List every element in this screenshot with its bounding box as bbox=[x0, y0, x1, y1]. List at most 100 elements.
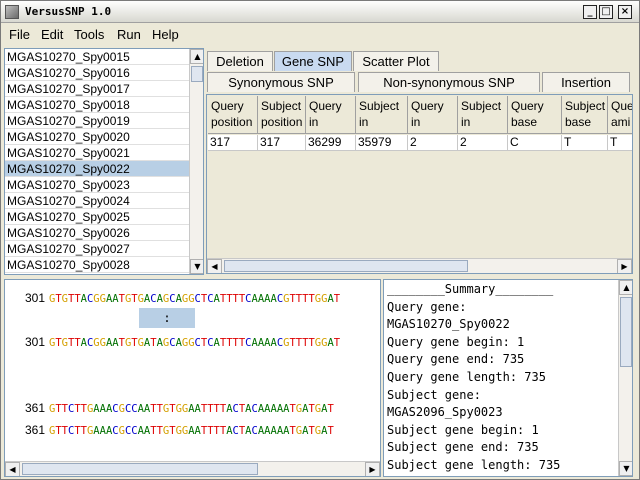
gene-list-item[interactable]: MGAS10270_Spy0017 bbox=[5, 81, 189, 97]
scroll-thumb[interactable] bbox=[191, 66, 203, 82]
sequence-position: 301 bbox=[24, 291, 45, 305]
column-header-line: Subject bbox=[565, 99, 606, 113]
gene-list-item[interactable]: MGAS10270_Spy0018 bbox=[5, 97, 189, 113]
sequence-line: 301 GTGTTACGGAATGTGACAGCAGGCTCATTTTCAAAAC… bbox=[5, 291, 340, 305]
column-header-line: in bbox=[359, 115, 369, 129]
table-scroll-thumb[interactable] bbox=[224, 260, 468, 272]
column-header-line: Query bbox=[411, 99, 444, 113]
column-header-line: Subject bbox=[359, 99, 400, 113]
table-cell[interactable]: 317 bbox=[208, 135, 258, 151]
gene-list-item[interactable]: MGAS10270_Spy0022 bbox=[5, 161, 189, 177]
column-header[interactable]: Que ami bbox=[608, 96, 633, 134]
table-cell[interactable]: 2 bbox=[408, 135, 458, 151]
gene-list[interactable]: MGAS10270_Spy0015 MGAS10270_Spy0016 MGAS10… bbox=[4, 48, 204, 275]
menu-tools[interactable]: Tools bbox=[74, 27, 104, 42]
table-cell[interactable]: 36299 bbox=[306, 135, 356, 151]
column-header-line: position bbox=[261, 115, 303, 129]
table-cell[interactable]: 35979 bbox=[356, 135, 408, 151]
menu-help[interactable]: Help bbox=[152, 27, 179, 42]
summary-line: ________Summary________ bbox=[387, 282, 554, 296]
minimize-button[interactable]: _ bbox=[583, 5, 597, 19]
gene-list-item[interactable]: MGAS10270_Spy0027 bbox=[5, 241, 189, 257]
gene-list-item[interactable]: MGAS10270_Spy0019 bbox=[5, 113, 189, 129]
table-cell[interactable]: T bbox=[608, 135, 632, 151]
gene-list-item[interactable]: MGAS10270_Spy0025 bbox=[5, 209, 189, 225]
table-cell[interactable]: T bbox=[562, 135, 608, 151]
column-header[interactable]: Query position bbox=[208, 96, 258, 134]
column-header[interactable]: Subject base bbox=[562, 96, 608, 134]
gene-list-item[interactable]: MGAS10270_Spy0023 bbox=[5, 177, 189, 193]
gene-list-item[interactable]: MGAS10270_Spy0020 bbox=[5, 129, 189, 145]
column-header[interactable]: Query in bbox=[306, 96, 356, 134]
table-cell[interactable]: 2 bbox=[458, 135, 508, 151]
column-header[interactable]: Query in codon bbox=[408, 96, 458, 134]
summary-panel[interactable]: ________Summary________ Query gene: MGAS10… bbox=[383, 279, 633, 477]
scroll-down-arrow-icon[interactable]: ▼ bbox=[190, 259, 203, 274]
sequence-bases: GTGTTACGGAATGTGACAGCAGGCTCATTTTCAAAACGTT… bbox=[49, 293, 341, 305]
menu-edit[interactable]: Edit bbox=[41, 27, 63, 42]
snp-highlight-marker: : bbox=[139, 308, 195, 328]
summary-line: Subject gene begin: 1 bbox=[387, 422, 539, 437]
scroll-right-arrow-icon[interactable]: ▶ bbox=[365, 462, 380, 476]
sequence-scroll-thumb[interactable] bbox=[22, 463, 258, 475]
scroll-right-arrow-icon[interactable]: ▶ bbox=[617, 259, 632, 273]
gene-list-item[interactable]: MGAS10270_Spy0024 bbox=[5, 193, 189, 209]
column-header[interactable]: Subject in codon bbox=[458, 96, 508, 134]
summary-line: Subject gene end: 735 bbox=[387, 440, 539, 455]
sequence-bases: GTGTTACGGAATGTGATAGCAGGCTCATTTTCAAAACGTT… bbox=[49, 337, 341, 349]
sequence-alignment-panel[interactable]: 301 GTGTTACGGAATGTGACAGCAGGCTCATTTTCAAAAC… bbox=[4, 279, 381, 477]
gene-list-item[interactable]: MGAS10270_Spy0026 bbox=[5, 225, 189, 241]
summary-line: Query gene length: 735 bbox=[387, 370, 546, 384]
gene-list-item[interactable]: MGAS10270_Spy0021 bbox=[5, 145, 189, 161]
column-header-line: Subject bbox=[261, 99, 302, 113]
tab-deletion[interactable]: Deletion bbox=[207, 51, 273, 71]
column-header[interactable]: Subject position bbox=[258, 96, 306, 134]
tab-non-synonymous-snp[interactable]: Non-synonymous SNP bbox=[358, 72, 540, 92]
scroll-left-arrow-icon[interactable]: ◀ bbox=[207, 259, 222, 273]
sequence-line: 301 GTGTTACGGAATGTGATAGCAGGCTCATTTTCAAAAC… bbox=[5, 335, 340, 349]
menu-run[interactable]: Run bbox=[117, 27, 141, 42]
table-cell[interactable]: C bbox=[508, 135, 562, 151]
snp-table[interactable]: Query position Subject position Query in Subje… bbox=[206, 94, 633, 274]
column-header-line: Subject bbox=[461, 99, 502, 113]
column-header-line: Query bbox=[309, 99, 342, 113]
gene-list-item[interactable]: MGAS10270_Spy0016 bbox=[5, 65, 189, 81]
gene-list-item[interactable]: MGAS10270_Spy0015 bbox=[5, 49, 189, 65]
gene-list-scrollbar[interactable]: ▲ ▼ bbox=[189, 49, 203, 274]
maximize-button[interactable]: □ bbox=[599, 5, 613, 19]
menu-file[interactable]: File bbox=[9, 27, 30, 42]
column-header-line: in codon bbox=[411, 115, 444, 133]
column-header[interactable]: Query base bbox=[508, 96, 562, 134]
sequence-horizontal-scrollbar[interactable]: ◀ ▶ bbox=[5, 461, 380, 476]
sequence-position: 361 bbox=[24, 401, 45, 415]
close-button[interactable]: × bbox=[618, 5, 632, 19]
summary-line: Subject gene: bbox=[387, 387, 481, 402]
summary-scroll-thumb[interactable] bbox=[620, 297, 632, 367]
column-header-line: base bbox=[565, 115, 592, 129]
scroll-up-arrow-icon[interactable]: ▲ bbox=[619, 280, 632, 295]
app-window: VersusSNP 1.0 _ □ × File Edit Tools Run … bbox=[0, 0, 640, 480]
gene-list-item[interactable]: MGAS10270_Spy0028 bbox=[5, 257, 189, 273]
scroll-left-arrow-icon[interactable]: ◀ bbox=[5, 462, 20, 476]
table-horizontal-scrollbar[interactable]: ◀ ▶ bbox=[207, 258, 632, 273]
tab-synonymous-snp[interactable]: Synonymous SNP bbox=[207, 72, 355, 92]
scroll-down-arrow-icon[interactable]: ▼ bbox=[619, 461, 632, 476]
title-bar[interactable]: VersusSNP 1.0 _ □ × bbox=[1, 1, 639, 23]
sequence-position: 301 bbox=[24, 335, 45, 349]
column-header-line: position bbox=[211, 115, 253, 129]
summary-line: MGAS2096_Spy0023 bbox=[387, 405, 503, 420]
summary-line: Identities: 734/735 bbox=[387, 476, 524, 477]
column-header-line: in codon bbox=[461, 115, 494, 133]
column-header-line: Que bbox=[611, 99, 633, 113]
tab-gene-snp[interactable]: Gene SNP bbox=[274, 51, 352, 71]
scroll-up-arrow-icon[interactable]: ▲ bbox=[190, 49, 203, 64]
summary-scrollbar[interactable]: ▲ ▼ bbox=[618, 280, 632, 476]
tab-scatter-plot[interactable]: Scatter Plot bbox=[353, 51, 439, 71]
column-header-line: Query bbox=[211, 99, 244, 113]
summary-line: MGAS10270_Spy0022 bbox=[387, 317, 510, 332]
tab-insertion[interactable]: Insertion bbox=[542, 72, 630, 92]
table-cell[interactable]: 317 bbox=[258, 135, 306, 151]
column-header[interactable]: Subject in bbox=[356, 96, 408, 134]
sequence-line: 361 GTTCTTGAAACGCCAATTGTGGAATTTTACTACAAAA… bbox=[5, 401, 334, 415]
column-header-line: Query bbox=[511, 99, 544, 113]
